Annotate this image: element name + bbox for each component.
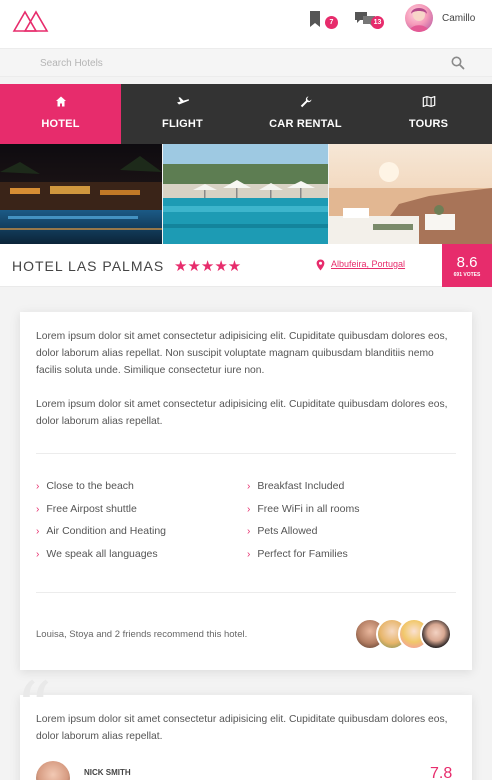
amenity-item: › Breakfast Included	[247, 480, 345, 492]
search-bar	[0, 48, 492, 77]
hotel-photo-pool-umbrellas[interactable]	[163, 144, 328, 244]
home-icon	[55, 96, 66, 107]
description-paragraph: Lorem ipsum dolor sit amet consectetur a…	[36, 331, 448, 376]
location-link[interactable]: Albufeira, Portugal	[331, 259, 405, 269]
tab-flight[interactable]: FLIGHT	[121, 84, 244, 144]
tab-hotel-label: HOTEL	[41, 118, 80, 130]
amenity-item: › We speak all languages	[36, 548, 158, 560]
chevron-right-icon: ›	[36, 481, 40, 492]
avatar[interactable]	[405, 4, 433, 32]
amenity-item: › Pets Allowed	[247, 525, 318, 537]
reviewer-name[interactable]: NICK SMITH	[84, 768, 131, 777]
rating-badge: 8.6 691 VOTES	[442, 244, 492, 287]
chevron-right-icon: ›	[36, 549, 40, 560]
logo-icon[interactable]	[12, 6, 50, 34]
plane-icon	[176, 97, 189, 105]
search-input[interactable]	[40, 55, 420, 71]
reviewer-avatar[interactable]	[36, 761, 70, 780]
chevron-right-icon: ›	[247, 526, 251, 537]
top-bar: 7 13 Camillo	[0, 0, 492, 48]
chevron-right-icon: ›	[36, 504, 40, 515]
review-text: Lorem ipsum dolor sit amet consectetur a…	[36, 714, 448, 742]
category-tabs: HOTEL FLIGHT CAR RENTAL TOURS	[0, 84, 492, 144]
tab-car-rental-label: CAR RENTAL	[269, 118, 342, 130]
map-icon	[422, 96, 435, 107]
user-name[interactable]: Camillo	[442, 13, 475, 24]
review-score: 7.8	[430, 765, 453, 780]
photo-gallery	[0, 144, 492, 244]
bookmark-icon	[310, 11, 320, 27]
chevron-right-icon: ›	[247, 549, 251, 560]
hotel-photo-cliff-view[interactable]	[329, 144, 492, 244]
description-paragraph: Lorem ipsum dolor sit amet consectetur a…	[36, 399, 448, 427]
search-icon[interactable]	[451, 56, 465, 70]
bookmarks-badge: 7	[325, 16, 338, 29]
rating-votes: 691 VOTES	[453, 272, 481, 278]
messages-badge: 13	[371, 16, 384, 29]
bookmarks-button[interactable]: 7	[308, 10, 338, 34]
divider	[36, 453, 456, 454]
hotel-details-card: Lorem ipsum dolor sit amet consectetur a…	[20, 312, 472, 670]
amenity-item: › Free WiFi in all rooms	[247, 503, 360, 515]
tab-tours-label: TOURS	[408, 118, 449, 130]
tab-flight-label: FLIGHT	[162, 118, 203, 130]
hotel-name: HOTEL LAS PALMAS	[12, 258, 165, 274]
star-rating: ★★★★★	[174, 258, 242, 275]
messages-button[interactable]: 13	[354, 10, 384, 34]
friend-avatar[interactable]	[420, 618, 452, 650]
tab-tours[interactable]: TOURS	[367, 84, 490, 144]
amenity-item: › Air Condition and Heating	[36, 525, 167, 537]
amenity-item: › Close to the beach	[36, 480, 134, 492]
divider	[36, 592, 456, 593]
hotel-photo-night-pool[interactable]	[0, 144, 162, 244]
amenity-item: › Perfect for Families	[247, 548, 348, 560]
amenity-item: › Free Airpost shuttle	[36, 503, 137, 515]
map-pin-icon	[316, 259, 325, 271]
wrench-icon	[300, 96, 311, 108]
tab-car-rental[interactable]: CAR RENTAL	[244, 84, 367, 144]
recommendation-text: Louisa, Stoya and 2 friends recommend th…	[36, 629, 248, 640]
tab-hotel[interactable]: HOTEL	[0, 84, 121, 144]
hotel-title-row: HOTEL LAS PALMAS ★★★★★ Albufeira, Portug…	[0, 244, 492, 287]
rating-score: 8.6	[456, 254, 478, 271]
chevron-right-icon: ›	[36, 526, 40, 537]
chevron-right-icon: ›	[247, 504, 251, 515]
chevron-right-icon: ›	[247, 481, 251, 492]
review-card: “ Lorem ipsum dolor sit amet consectetur…	[16, 673, 472, 780]
